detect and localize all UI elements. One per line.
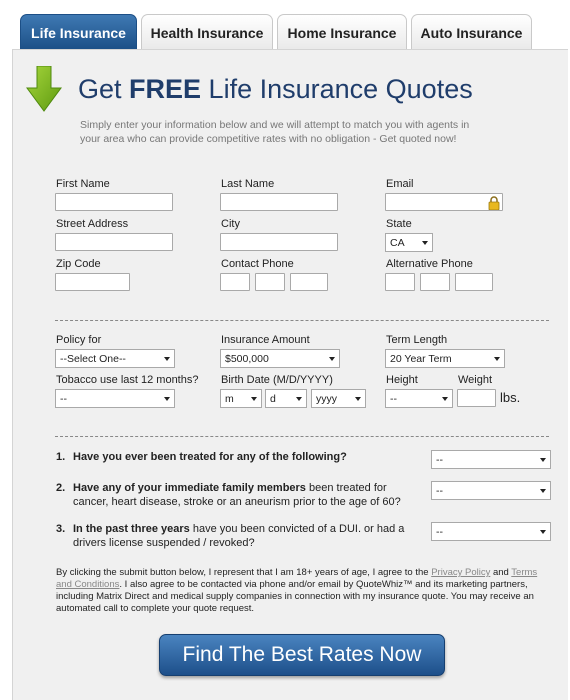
first-name-label: First Name — [56, 178, 110, 190]
question-text-bold: Have any of your immediate family member… — [73, 482, 306, 494]
state-label: State — [386, 218, 412, 230]
question-2-select[interactable]: -- — [431, 481, 551, 500]
tab-life-insurance[interactable]: Life Insurance — [20, 14, 137, 50]
birth-day-select[interactable]: d — [265, 389, 307, 408]
tobacco-use-select[interactable]: -- — [55, 389, 175, 408]
street-address-label: Street Address — [56, 218, 129, 230]
term-length-label: Term Length — [386, 334, 448, 346]
chevron-down-icon — [442, 397, 448, 401]
padlock-icon — [488, 196, 500, 210]
chevron-down-icon — [355, 397, 361, 401]
tab-auto-insurance[interactable]: Auto Insurance — [411, 14, 532, 50]
weight-unit: lbs. — [500, 390, 521, 405]
term-length-value: 20 Year Term — [390, 352, 452, 365]
alternative-phone-label: Alternative Phone — [386, 258, 473, 270]
alt-phone-prefix-field[interactable] — [420, 273, 450, 291]
birth-month-select[interactable]: m — [220, 389, 262, 408]
alt-phone-line-field[interactable] — [455, 273, 493, 291]
height-select[interactable]: -- — [385, 389, 453, 408]
zip-code-label: Zip Code — [56, 258, 101, 270]
tobacco-use-value: -- — [60, 392, 67, 405]
legal-disclaimer: By clicking the submit button below, I r… — [56, 567, 538, 614]
insurance-amount-label: Insurance Amount — [221, 334, 310, 346]
page-title: Get FREE Life Insurance Quotes — [78, 74, 473, 104]
policy-for-select[interactable]: --Select One-- — [55, 349, 175, 368]
question-1: 1. Have you ever been treated for any of… — [56, 450, 416, 464]
chevron-down-icon — [494, 357, 500, 361]
alt-phone-area-field[interactable] — [385, 273, 415, 291]
question-3-select[interactable]: -- — [431, 522, 551, 541]
birth-month-value: m — [225, 392, 234, 405]
height-value: -- — [390, 392, 397, 405]
term-length-select[interactable]: 20 Year Term — [385, 349, 505, 368]
tobacco-use-label: Tobacco use last 12 months? — [56, 374, 199, 386]
zip-code-field[interactable] — [55, 273, 130, 291]
street-address-field[interactable] — [55, 233, 173, 251]
first-name-field[interactable] — [55, 193, 173, 211]
question-number: 1. — [56, 451, 66, 463]
height-label: Height — [386, 374, 418, 386]
question-3-value: -- — [436, 525, 443, 538]
green-down-arrow-icon — [26, 66, 62, 112]
intro-text: Simply enter your information below and … — [80, 119, 470, 145]
state-select[interactable]: CA — [385, 233, 433, 252]
chevron-down-icon — [329, 357, 335, 361]
insurance-amount-select[interactable]: $500,000 — [220, 349, 340, 368]
question-2-value: -- — [436, 484, 443, 497]
find-best-rates-button[interactable]: Find The Best Rates Now — [159, 634, 445, 676]
contact-phone-prefix-field[interactable] — [255, 273, 285, 291]
birth-year-value: yyyy — [316, 392, 337, 405]
contact-phone-area-field[interactable] — [220, 273, 250, 291]
insurance-amount-value: $500,000 — [225, 352, 269, 365]
chevron-down-icon — [540, 530, 546, 534]
policy-for-label: Policy for — [56, 334, 102, 346]
tab-health-insurance[interactable]: Health Insurance — [141, 14, 273, 50]
question-number: 3. — [56, 523, 66, 535]
contact-phone-line-field[interactable] — [290, 273, 328, 291]
chevron-down-icon — [540, 458, 546, 462]
birth-year-select[interactable]: yyyy — [311, 389, 366, 408]
contact-phone-label: Contact Phone — [221, 258, 294, 270]
chevron-down-icon — [540, 489, 546, 493]
city-field[interactable] — [220, 233, 338, 251]
email-field[interactable] — [385, 193, 503, 211]
last-name-label: Last Name — [221, 178, 275, 190]
chevron-down-icon — [296, 397, 302, 401]
question-text-bold: Have you ever been treated for any of th… — [73, 451, 347, 463]
question-3: 3. In the past three years have you been… — [56, 522, 416, 550]
question-number: 2. — [56, 482, 66, 494]
birth-day-value: d — [270, 392, 276, 405]
weight-field[interactable] — [457, 389, 496, 407]
question-text-bold: In the past three years — [73, 523, 190, 535]
birth-date-label: Birth Date (M/D/YYYY) — [221, 374, 333, 386]
email-label: Email — [386, 178, 414, 190]
chevron-down-icon — [422, 241, 428, 245]
weight-label: Weight — [458, 374, 493, 386]
state-value: CA — [390, 236, 405, 249]
question-1-value: -- — [436, 453, 443, 466]
question-1-select[interactable]: -- — [431, 450, 551, 469]
chevron-down-icon — [251, 397, 257, 401]
privacy-policy-link[interactable]: Privacy Policy — [431, 567, 490, 578]
policy-for-value: --Select One-- — [60, 352, 126, 365]
city-label: City — [221, 218, 240, 230]
question-2: 2. Have any of your immediate family mem… — [56, 481, 416, 509]
chevron-down-icon — [164, 357, 170, 361]
section-divider — [55, 436, 549, 437]
section-divider — [55, 320, 549, 321]
chevron-down-icon — [164, 397, 170, 401]
last-name-field[interactable] — [220, 193, 338, 211]
tab-home-insurance[interactable]: Home Insurance — [277, 14, 407, 50]
